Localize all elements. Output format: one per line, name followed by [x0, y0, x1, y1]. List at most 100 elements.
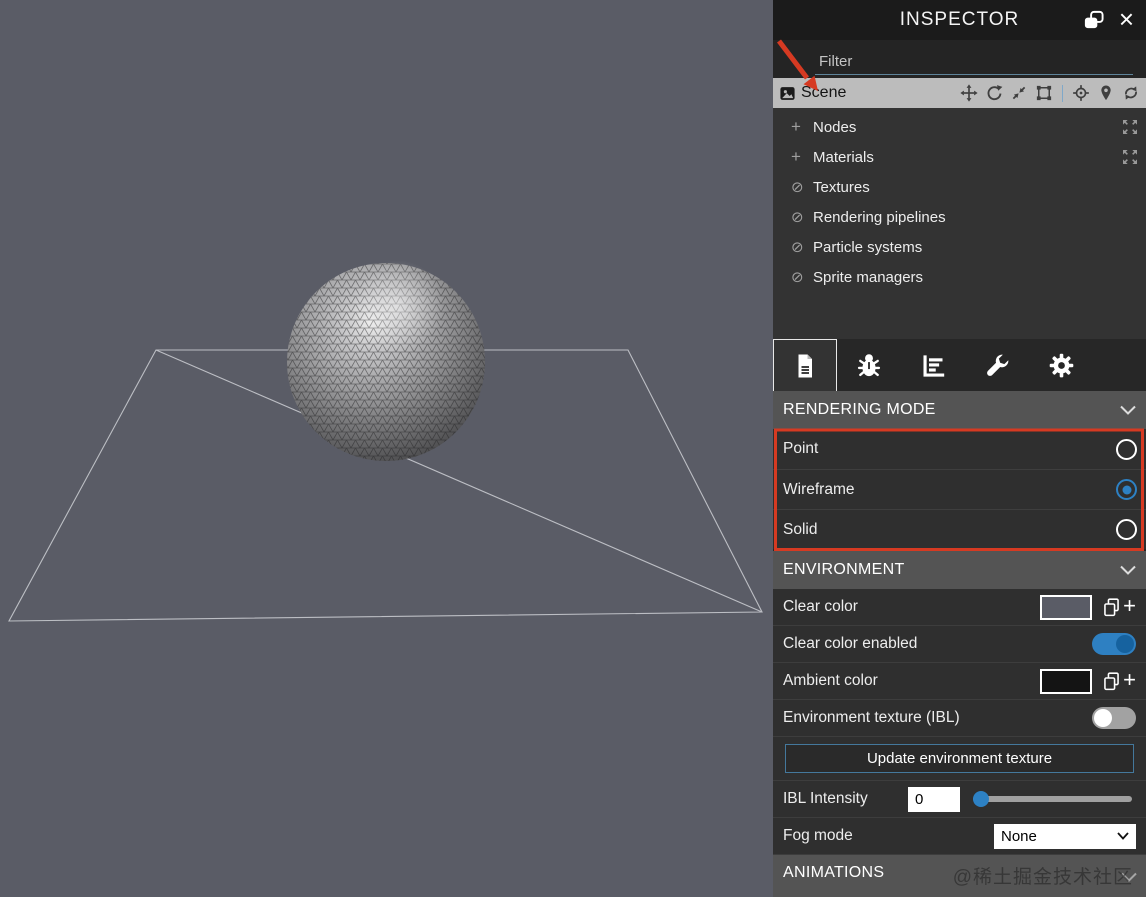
- tab-settings[interactable]: [1029, 339, 1093, 391]
- section-header-environment[interactable]: ENVIRONMENT: [773, 551, 1146, 589]
- radio-wireframe-checked[interactable]: [1116, 479, 1137, 500]
- option-label: Solid: [783, 520, 818, 538]
- inspector-titlebar: INSPECTOR ×: [773, 0, 1146, 40]
- option-label: Point: [783, 440, 819, 457]
- clear-color-enabled-toggle-on[interactable]: [1092, 633, 1136, 655]
- slider-handle[interactable]: [973, 791, 989, 807]
- property-label: Clear color: [783, 598, 858, 615]
- gear-icon: [1049, 353, 1073, 377]
- fog-mode-value: None: [1001, 827, 1037, 845]
- update-environment-texture-button[interactable]: Update environment texture: [785, 744, 1134, 773]
- property-label: IBL Intensity: [783, 790, 868, 807]
- popout-icon[interactable]: [1082, 9, 1105, 31]
- rendering-mode-option-point[interactable]: Point: [773, 429, 1146, 469]
- section-header-animations[interactable]: ANIMATIONS @稀土掘金技术社区: [773, 855, 1146, 897]
- chevron-down-icon[interactable]: [1120, 565, 1136, 575]
- file-icon: [798, 354, 812, 377]
- scene-tree-item[interactable]: Scene: [773, 78, 1146, 108]
- clear-color-swatch[interactable]: [1040, 594, 1093, 620]
- clear-color-enabled-row: Clear color enabled: [773, 626, 1146, 663]
- scene-viewport[interactable]: [0, 0, 773, 897]
- bounding-box-icon[interactable]: [1035, 84, 1053, 102]
- environment-texture-toggle-off[interactable]: [1092, 707, 1136, 729]
- rendering-mode-option-solid[interactable]: Solid: [773, 509, 1146, 549]
- fog-mode-select[interactable]: None: [994, 823, 1136, 849]
- tab-properties[interactable]: [773, 339, 837, 391]
- inspector-tabs: [773, 339, 1146, 391]
- tree-item-sprite-managers[interactable]: ⊘ Sprite managers: [773, 262, 1146, 292]
- tree-item-label: Particle systems: [813, 238, 923, 256]
- expand-arrows-icon[interactable]: [1122, 149, 1138, 165]
- expand-arrows-icon[interactable]: [1122, 119, 1138, 135]
- scene-label: Scene: [801, 84, 847, 101]
- section-title: RENDERING MODE: [783, 401, 936, 418]
- tab-tools[interactable]: [965, 339, 1029, 391]
- property-label: Environment texture (IBL): [783, 709, 960, 726]
- tree-item-label: Materials: [813, 148, 874, 166]
- scale-icon[interactable]: [1010, 84, 1028, 102]
- watermark-text: @稀土掘金技术社区: [952, 867, 1133, 888]
- update-environment-texture-row: Update environment texture: [773, 737, 1146, 781]
- add-color-icon[interactable]: +: [1123, 595, 1136, 617]
- rendering-mode-option-wireframe[interactable]: Wireframe: [773, 469, 1146, 509]
- add-color-icon[interactable]: +: [1123, 669, 1136, 691]
- section-title: ENVIRONMENT: [783, 561, 905, 578]
- tab-statistics[interactable]: [901, 339, 965, 391]
- tree-filler: [773, 289, 1146, 339]
- move-icon[interactable]: [960, 84, 978, 102]
- select-chevron-icon: [1117, 832, 1129, 840]
- clear-color-row: Clear color +: [773, 589, 1146, 626]
- filter-row: [773, 40, 1146, 78]
- ambient-color-swatch[interactable]: [1040, 668, 1093, 694]
- plus-icon[interactable]: +: [791, 117, 813, 137]
- property-label: Ambient color: [783, 672, 878, 689]
- wrench-icon: [986, 354, 1008, 376]
- copy-icon[interactable]: [1101, 670, 1122, 693]
- bug-icon: [857, 354, 881, 377]
- scene-canvas: [0, 0, 773, 897]
- tree-item-label: Rendering pipelines: [813, 208, 946, 226]
- ibl-intensity-input[interactable]: [908, 786, 960, 812]
- chevron-down-icon[interactable]: [1120, 405, 1136, 415]
- radio-point[interactable]: [1116, 438, 1137, 460]
- ibl-intensity-row: IBL Intensity: [773, 781, 1146, 818]
- tree-item-label: Nodes: [813, 118, 857, 136]
- ibl-intensity-slider[interactable]: [973, 791, 1132, 807]
- fog-mode-row: Fog mode None: [773, 818, 1146, 855]
- tree-item-particle-systems[interactable]: ⊘ Particle systems: [773, 232, 1146, 262]
- close-icon[interactable]: ×: [1119, 6, 1134, 32]
- sphere-specular-highlight: [352, 260, 444, 352]
- section-title: ANIMATIONS: [783, 864, 885, 881]
- refresh-icon[interactable]: [1122, 84, 1140, 102]
- no-entry-icon: ⊘: [791, 269, 804, 286]
- tree-item-textures[interactable]: ⊘ Textures: [773, 172, 1146, 202]
- stats-icon: [922, 354, 944, 377]
- inspector-title: INSPECTOR: [899, 9, 1020, 30]
- tree-item-label: Textures: [813, 178, 870, 196]
- no-entry-icon: ⊘: [791, 209, 804, 226]
- tree-item-materials[interactable]: + Materials: [773, 142, 1146, 172]
- scene-explorer-tree: + Nodes + Materials ⊘ Textures ⊘ Renderi…: [773, 108, 1146, 289]
- tab-debug[interactable]: [837, 339, 901, 391]
- filter-input[interactable]: [815, 51, 1133, 75]
- tree-item-label: Sprite managers: [813, 268, 924, 286]
- no-entry-icon: ⊘: [791, 179, 804, 196]
- rotate-icon[interactable]: [985, 84, 1003, 102]
- picker-icon[interactable]: [1072, 84, 1090, 102]
- radio-solid[interactable]: [1116, 519, 1137, 540]
- no-entry-icon: ⊘: [791, 239, 804, 256]
- property-label: Clear color enabled: [783, 635, 918, 652]
- property-label: Fog mode: [783, 827, 853, 844]
- ambient-color-row: Ambient color +: [773, 663, 1146, 700]
- gizmo-separator: [1062, 84, 1063, 102]
- tree-item-nodes[interactable]: + Nodes: [773, 112, 1146, 142]
- inspector-panel: INSPECTOR × Scene: [773, 0, 1146, 897]
- environment-texture-row: Environment texture (IBL): [773, 700, 1146, 737]
- section-header-rendering-mode[interactable]: RENDERING MODE: [773, 391, 1146, 429]
- plus-icon[interactable]: +: [791, 147, 813, 167]
- babylon-inspector-screen: INSPECTOR × Scene: [0, 0, 1146, 897]
- location-pin-icon[interactable]: [1097, 84, 1115, 102]
- copy-icon[interactable]: [1101, 596, 1122, 619]
- tree-item-rendering-pipelines[interactable]: ⊘ Rendering pipelines: [773, 202, 1146, 232]
- option-label: Wireframe: [783, 480, 855, 498]
